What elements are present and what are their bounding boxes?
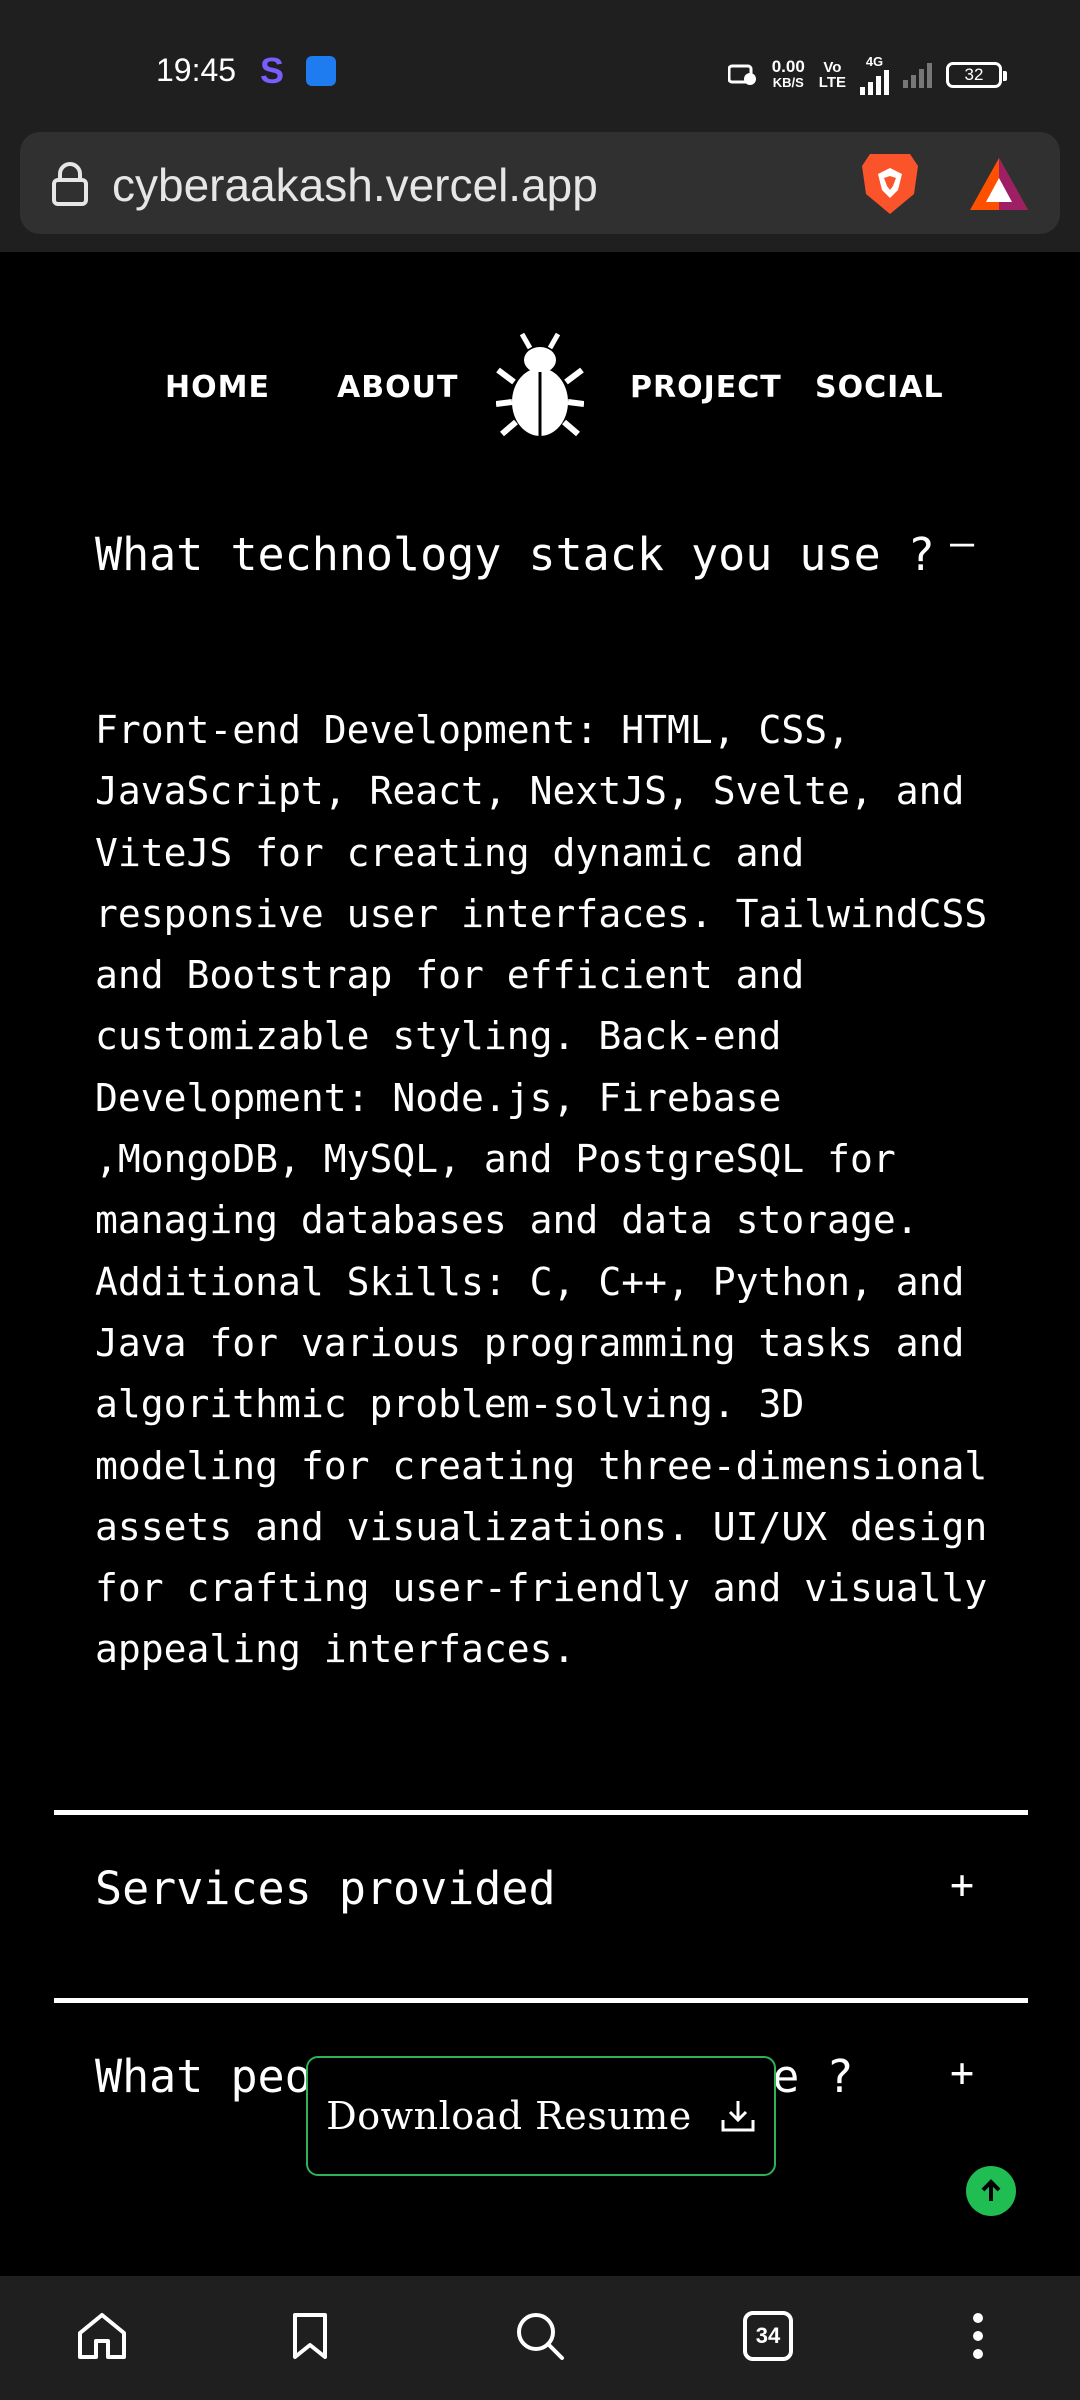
status-time: 19:45	[156, 52, 237, 88]
signal-1: 4G	[860, 54, 889, 95]
home-button[interactable]	[72, 2306, 132, 2366]
faq-question-tech-stack[interactable]: What technology stack you use ?	[95, 520, 935, 590]
nav-project-link[interactable]: PROJECT	[630, 370, 782, 405]
volte-indicator: Vo LTE	[818, 58, 846, 91]
status-indicators: 0.00 KB/S Vo LTE 4G 32	[727, 54, 1007, 95]
url-text[interactable]: cyberaakash.vercel.app	[112, 158, 598, 212]
s-app-icon: S	[260, 50, 285, 91]
faq-answer-tech-stack: Front-end Development: HTML, CSS, JavaSc…	[95, 708, 988, 1672]
lock-icon[interactable]	[50, 162, 90, 206]
download-resume-button[interactable]: Download Resume	[306, 2056, 776, 2176]
tab-count-icon: 34	[743, 2311, 793, 2361]
site-nav: HOME ABOUT PROJECT SOCIAL	[0, 252, 1080, 492]
address-bar[interactable]: cyberaakash.vercel.app	[20, 132, 1060, 234]
bookmark-button[interactable]	[280, 2306, 340, 2366]
nav-social-link[interactable]: SOCIAL	[815, 370, 944, 405]
faq-question-services[interactable]: Services provided	[95, 1862, 556, 1915]
arrow-up-icon	[981, 2179, 1001, 2201]
bookmark-icon	[293, 2313, 327, 2359]
menu-button[interactable]	[948, 2306, 1008, 2366]
battery-icon: 32	[946, 61, 1007, 88]
faq-divider	[54, 1810, 1028, 1815]
net-speed: 0.00 KB/S	[771, 56, 805, 90]
expand-toggle[interactable]: +	[950, 1862, 974, 1908]
brave-shields-icon[interactable]	[858, 150, 922, 218]
tabs-button[interactable]: 34	[738, 2306, 798, 2366]
more-vertical-icon	[973, 2313, 983, 2359]
status-bar: 19:45 S 0.00 KB/S Vo LTE 4G 32	[0, 0, 1080, 128]
bug-logo-icon[interactable]	[496, 330, 584, 440]
collapse-toggle[interactable]: –	[950, 520, 974, 566]
search-icon	[517, 2313, 564, 2360]
browser-top-bar: cyberaakash.vercel.app	[0, 128, 1080, 252]
faq-divider	[54, 1998, 1028, 2003]
expand-toggle[interactable]: +	[950, 2050, 974, 2096]
nav-about-link[interactable]: ABOUT	[337, 370, 458, 405]
nav-home-link[interactable]: HOME	[165, 370, 270, 405]
home-icon	[78, 2313, 126, 2359]
browser-bottom-toolbar: 34	[0, 2276, 1080, 2400]
scroll-to-top-button[interactable]	[966, 2166, 1016, 2216]
search-button[interactable]	[510, 2306, 570, 2366]
brave-rewards-icon[interactable]	[966, 152, 1032, 218]
signal-bars-2-icon	[903, 62, 932, 88]
data-saver-icon	[727, 64, 756, 85]
notification-app-icon	[306, 56, 336, 86]
download-resume-label: Download Resume	[326, 2094, 692, 2138]
download-icon	[721, 2101, 755, 2132]
signal-bars-icon	[860, 69, 889, 95]
